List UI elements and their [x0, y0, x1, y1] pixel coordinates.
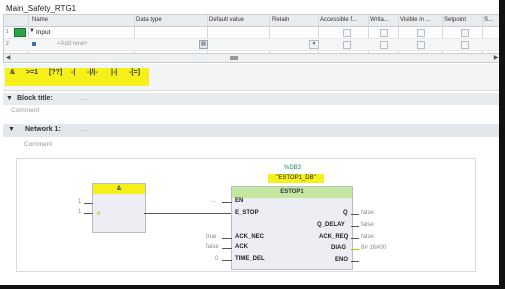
instance-db-name[interactable]: "ESTOP1_DB": [268, 174, 324, 183]
wire: [351, 261, 359, 262]
visible-checkbox[interactable]: [417, 29, 425, 37]
wire: [351, 226, 359, 227]
and-block[interactable]: & o: [92, 183, 146, 233]
col-data-type[interactable]: Data type: [136, 17, 162, 23]
pin-ack-nec: ACK_NEC: [235, 234, 265, 240]
writable-checkbox[interactable]: [380, 41, 388, 49]
block-name-title: Main_Safety_RTG1: [6, 4, 77, 13]
block-title-label: Block title:: [17, 95, 53, 102]
wire: [84, 203, 93, 204]
accessible-checkbox[interactable]: [343, 41, 351, 49]
and-input-1-value[interactable]: 1: [78, 199, 81, 205]
wire: [84, 213, 93, 214]
col-default-value[interactable]: Default value: [209, 17, 244, 23]
time-del-value[interactable]: 0: [215, 256, 218, 262]
row-number: 2: [6, 41, 9, 47]
empty-box-button[interactable]: [??]: [49, 69, 62, 76]
close-branch-button[interactable]: |-|: [111, 69, 117, 76]
network-label: Network 1:: [25, 126, 61, 133]
pin-q: Q: [343, 210, 348, 216]
block-comment[interactable]: Comment: [11, 107, 39, 114]
wire: [222, 238, 232, 239]
block-title-text[interactable]: ....: [79, 95, 87, 102]
en-connection[interactable]: ...: [211, 198, 216, 204]
ack-req-value: false: [361, 234, 374, 240]
pin-en: EN: [235, 198, 244, 204]
table-row[interactable]: 1 ▼ Input: [4, 27, 500, 39]
wire: [351, 238, 359, 239]
diag-value: 8# 16#00: [361, 245, 387, 251]
q-value: false: [361, 210, 374, 216]
ack-nec-value[interactable]: true: [206, 234, 216, 240]
retain-dropdown[interactable]: ▼: [309, 40, 319, 49]
add-new-placeholder[interactable]: <Add new>: [57, 41, 87, 47]
wire: [144, 213, 232, 214]
table-row[interactable]: 2 <Add new> ▤ ▼: [4, 39, 500, 51]
collapse-arrow-icon[interactable]: ▼: [8, 126, 15, 133]
pin-q-delay: Q_DELAY: [317, 222, 345, 228]
type-picker-button[interactable]: ▤: [199, 40, 208, 49]
pin-e-stop: E_STOP: [235, 210, 259, 216]
ack-value[interactable]: false: [206, 244, 219, 250]
pin-ack-req: ACK_REQ: [319, 234, 349, 240]
pin-diag: DIAG: [331, 245, 346, 251]
negated-contact-button[interactable]: -|/|-: [87, 69, 98, 76]
screen-border: [499, 0, 505, 289]
wire: [222, 260, 232, 261]
q-delay-value: false: [361, 222, 374, 228]
negate-marker: o: [97, 211, 101, 217]
visible-checkbox[interactable]: [417, 41, 425, 49]
table-header: Name Data type Default value Retain Acce…: [4, 15, 500, 27]
network-comment[interactable]: Comment: [24, 141, 52, 148]
instruction-toolbar: & >=1 [??] -| -|/|- |-| -[=]: [3, 64, 499, 91]
interface-table: Name Data type Default value Retain Acce…: [3, 14, 501, 54]
instance-db-number: %DB3: [284, 165, 302, 171]
fb-name: ESTOP1: [232, 187, 352, 198]
writable-checkbox[interactable]: [380, 29, 388, 37]
and-button[interactable]: &: [10, 69, 15, 76]
accessible-checkbox[interactable]: [343, 29, 351, 37]
network-title-text[interactable]: ....: [79, 126, 87, 133]
wire: [222, 202, 232, 203]
member-icon: [32, 42, 36, 46]
assignment-button[interactable]: -[=]: [129, 69, 140, 76]
col-s[interactable]: S...: [484, 17, 493, 23]
setpoint-checkbox[interactable]: [461, 41, 469, 49]
horizontal-scrollbar[interactable]: ◀ ▶: [3, 53, 501, 63]
pin-eno: ENO: [335, 257, 349, 263]
screen-border: [0, 285, 505, 289]
col-setpoint[interactable]: Setpoint: [444, 17, 466, 23]
wire: [351, 214, 359, 215]
setpoint-checkbox[interactable]: [461, 29, 469, 37]
open-branch-button[interactable]: -|: [71, 69, 75, 76]
input-section-icon: [14, 28, 26, 37]
wire: [351, 249, 359, 250]
col-accessible[interactable]: Accessible f...: [320, 17, 357, 23]
input-section-name[interactable]: Input: [36, 29, 50, 36]
expand-arrow-icon[interactable]: ▼: [29, 28, 35, 34]
col-visible[interactable]: Visible in ...: [400, 17, 431, 23]
and-input-2-value[interactable]: 1: [78, 209, 81, 215]
col-name[interactable]: Name: [32, 17, 48, 23]
pin-ack: ACK: [235, 244, 248, 250]
col-retain[interactable]: Retain: [272, 17, 289, 23]
collapse-arrow-icon[interactable]: ▼: [6, 95, 13, 102]
col-writable[interactable]: Writa...: [370, 17, 389, 23]
pin-time-del: TIME_DEL: [235, 256, 265, 262]
scroll-left-icon[interactable]: ◀: [4, 54, 12, 62]
network-header[interactable]: ▼ Network 1: ....: [3, 124, 499, 137]
row-number: 1: [6, 29, 9, 35]
or-button[interactable]: >=1: [26, 69, 38, 76]
and-block-label: &: [93, 184, 145, 194]
block-title-header[interactable]: ▼ Block title: ....: [3, 93, 499, 105]
wire: [222, 248, 232, 249]
scroll-thumb[interactable]: [230, 56, 238, 60]
